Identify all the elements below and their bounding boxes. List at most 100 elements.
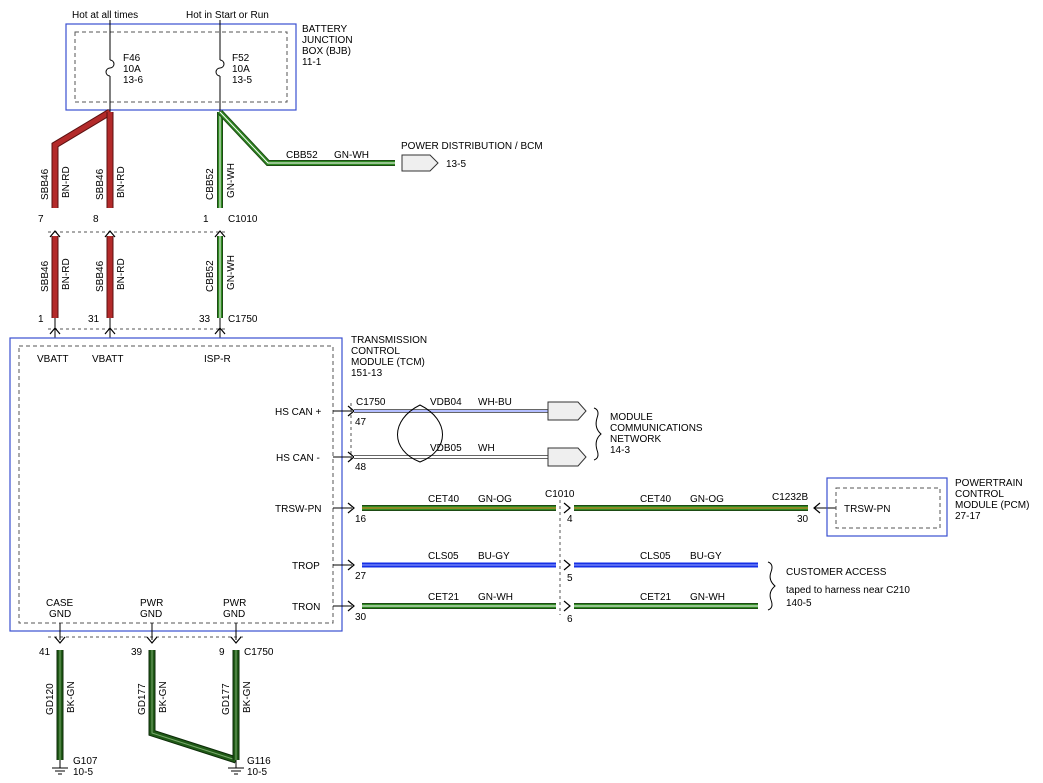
can-minus-flag-icon (547, 447, 587, 467)
gd177-b-circuit: GD177 (221, 683, 232, 715)
trop-color-left: BU-GY (478, 551, 510, 562)
lower-w1-color: BN-RD (61, 258, 72, 290)
tron-circuit-left: CET21 (428, 592, 460, 603)
tcm-label-2: CONTROL (351, 346, 400, 357)
gd120-circuit: GD120 (45, 683, 56, 715)
tcm-pin-case-gnd-2: GND (49, 609, 71, 620)
fuse-f52-icon (215, 59, 225, 77)
ground-pin-39: 39 (131, 647, 143, 658)
trop-wires: 27 CLS05 BU-GY 5 CLS05 BU-GY (347, 551, 758, 584)
tcm-pin-trop: TROP (292, 561, 320, 572)
tron-color-right: GN-WH (690, 592, 725, 603)
ground-g116-page: 10-5 (247, 767, 267, 778)
upper-w3-circuit: CBB52 (205, 168, 216, 200)
bjb-label-4: 11-1 (302, 57, 322, 68)
pcm-label-4: 27-17 (955, 511, 981, 522)
gd177-b-color: BK-GN (242, 681, 253, 713)
trsw-color-left: GN-OG (478, 494, 512, 505)
tcm-pin-trsw-pn: TRSW-PN (275, 504, 321, 515)
tron-pin-tcm: 30 (355, 612, 367, 623)
can-connector: C1750 (356, 397, 386, 408)
trsw-pin-tcm: 16 (355, 514, 367, 525)
can-plus-circuit: VDB04 (430, 397, 462, 408)
upper-wires: CBB52 GN-WH POWER DISTRIBUTION / BCM 13-… (40, 108, 543, 208)
tcm-pin-hs-can-minus: HS CAN - (276, 453, 320, 464)
lower-w1-circuit: SBB46 (40, 260, 51, 292)
pcm-label-2: CONTROL (955, 489, 1004, 500)
power-dist-circuit: CBB52 (286, 150, 318, 161)
c1010-top-pin-2: 8 (93, 214, 99, 225)
connector-c1010-top: 7 8 1 C1010 (38, 214, 258, 238)
bjb-label-1: BATTERY (302, 24, 348, 35)
power-dist-color: GN-WH (334, 150, 369, 161)
ground-g107-page: 10-5 (73, 767, 93, 778)
tcm-label-1: TRANSMISSION (351, 335, 427, 346)
lower-wires: SBB46 BN-RD SBB46 BN-RD CBB52 GN-WH (40, 236, 237, 318)
can-plus-color: WH-BU (478, 397, 512, 408)
network-brace-icon (593, 407, 602, 461)
trsw-wires: 16 CET40 GN-OG 4 CET40 GN-OG C1232B 30 (347, 492, 836, 525)
upper-w2-circuit: SBB46 (95, 168, 106, 200)
bjb-inner (74, 31, 288, 103)
power-dist-page: 13-5 (446, 159, 466, 170)
can-plus-flag-icon (547, 401, 587, 421)
trop-c1010-arrow-icon (563, 559, 571, 571)
gd177-a-circuit: GD177 (137, 683, 148, 715)
fuse-f46-name: F46 (123, 53, 141, 64)
lower-w3-circuit: CBB52 (205, 260, 216, 292)
trsw-c1232b: C1232B (772, 492, 808, 503)
ground-g116: G116 (247, 756, 271, 767)
gd120-color: BK-GN (66, 681, 77, 713)
ground-g107: G107 (73, 756, 98, 767)
trop-circuit-left: CLS05 (428, 551, 459, 562)
tron-pin-c1010: 6 (567, 614, 573, 625)
fuse-f52-page: 13-5 (232, 75, 252, 86)
c1010-top-pin-1: 7 (38, 214, 44, 225)
trop-pin-c1010: 5 (567, 573, 573, 584)
bjb-feed-left: Hot at all times (72, 10, 138, 21)
c1010-top-name: C1010 (228, 214, 258, 225)
tcm-pin-pwr-gnd-2b: GND (223, 609, 245, 620)
trsw-circuit-right: CET40 (640, 494, 672, 505)
ground-wires: 41 39 9 C1750 GD120 BK-GN GD177 BK-GN GD… (39, 623, 274, 778)
tron-wires: 30 CET21 GN-WH 6 CET21 GN-WH (347, 592, 758, 625)
tron-circuit-right: CET21 (640, 592, 672, 603)
can-minus-color: WH (478, 443, 495, 454)
tron-c1010-arrow-icon (563, 600, 571, 612)
ground-pin-41: 41 (39, 647, 51, 658)
trsw-circuit-left: CET40 (428, 494, 460, 505)
gd177-a-color: BK-GN (158, 681, 169, 713)
ground-pin-9: 9 (219, 647, 225, 658)
tcm-pin-pwr-gnd-1b: GND (140, 609, 162, 620)
tcm-pin-case-gnd-1: CASE (46, 598, 74, 609)
upper-w3-color: GN-WH (226, 163, 237, 198)
network-label-3: NETWORK (610, 434, 661, 445)
fuse-f46-page: 13-6 (123, 75, 143, 86)
tcm-pin-vbatt-2: VBATT (92, 354, 123, 365)
pcm-label-1: POWERTRAIN (955, 478, 1023, 489)
tcm-pin-hs-can-plus: HS CAN + (275, 407, 322, 418)
pcm-label-3: MODULE (PCM) (955, 500, 1029, 511)
tcm-pin-vbatt-1: VBATT (37, 354, 68, 365)
trsw-pin-pcm: 30 (797, 514, 809, 525)
tcm-label-3: MODULE (TCM) (351, 357, 425, 368)
ground-connector: C1750 (244, 647, 274, 658)
ground-g116-icon (228, 760, 244, 775)
customer-access-brace-icon (767, 561, 776, 611)
wiring-diagram: Hot at all times Hot in Start or Run BAT… (9, 10, 1029, 778)
c1750-top-name: C1750 (228, 314, 258, 325)
tcm-pin-pwr-gnd-2a: PWR (223, 598, 246, 609)
c1010-top-pin-3: 1 (203, 214, 209, 225)
lower-w3-color: GN-WH (226, 255, 237, 290)
tron-color-left: GN-WH (478, 592, 513, 603)
tcm-inner (18, 345, 334, 624)
network-label-1: MODULE (610, 412, 653, 423)
trsw-color-right: GN-OG (690, 494, 724, 505)
tcm-label-4: 151-13 (351, 368, 383, 379)
can-wires: C1750 47 48 VDB04 WH-BU VDB05 WH MODULE … (347, 397, 703, 473)
lower-w2-color: BN-RD (116, 258, 127, 290)
customer-access: CUSTOMER ACCESS taped to harness near C2… (767, 561, 910, 611)
power-distribution-flag-icon (401, 154, 439, 172)
fuse-f46-icon (105, 59, 115, 77)
battery-junction-box: Hot at all times Hot in Start or Run BAT… (65, 10, 353, 112)
